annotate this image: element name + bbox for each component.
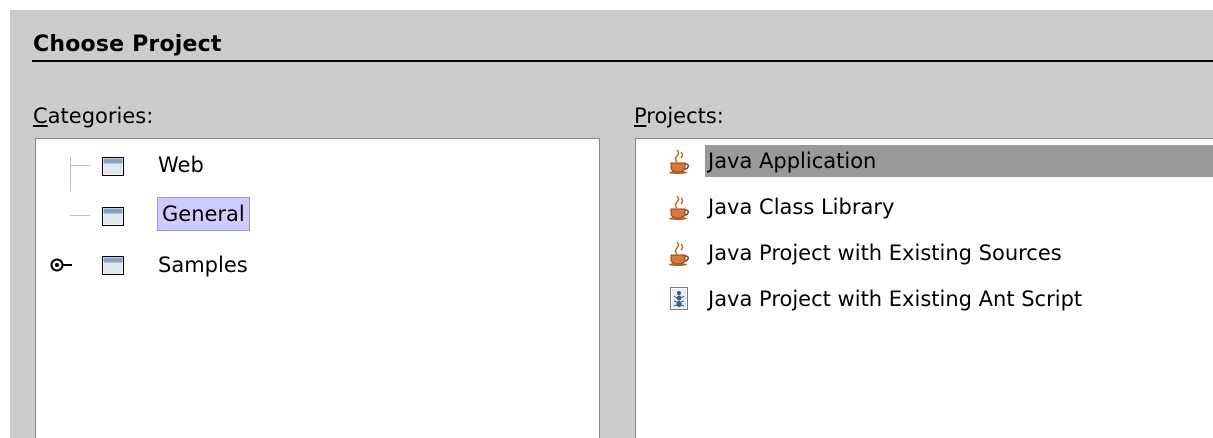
folder-icon xyxy=(102,207,124,226)
categories-label: Categories: xyxy=(33,104,154,128)
step-title: Choose Project xyxy=(33,32,222,57)
tree-item-web[interactable]: Web xyxy=(36,149,596,183)
list-item-label: Java Project with Existing Sources xyxy=(708,241,1062,265)
tree-item-label: Web xyxy=(158,153,204,177)
tree-item-label: General xyxy=(157,197,250,231)
list-item-java-project-existing-sources[interactable]: Java Project with Existing Sources xyxy=(636,237,1213,269)
categories-tree[interactable]: Web General Samples xyxy=(35,138,600,438)
list-item-java-project-existing-ant-script[interactable]: Java Project with Existing Ant Script xyxy=(636,283,1213,315)
tree-item-samples[interactable]: Samples xyxy=(36,249,596,283)
ant-script-icon xyxy=(670,287,688,310)
list-item-java-application[interactable]: Java Application xyxy=(636,145,1213,177)
java-cup-icon xyxy=(669,149,689,174)
java-cup-icon xyxy=(669,241,689,266)
tree-item-label: Samples xyxy=(158,253,248,277)
new-project-wizard: Choose Project Categories: Projects: Web… xyxy=(10,10,1213,438)
list-item-label: Java Project with Existing Ant Script xyxy=(708,287,1083,311)
list-item-java-class-library[interactable]: Java Class Library xyxy=(636,191,1213,223)
list-item-label: Java Class Library xyxy=(708,195,895,219)
projects-label: Projects: xyxy=(634,104,724,128)
projects-list[interactable]: Java Application Java Class Library Java… xyxy=(635,138,1213,438)
expand-handle-icon[interactable] xyxy=(50,258,74,272)
tree-item-general[interactable]: General xyxy=(36,197,596,237)
title-divider xyxy=(32,60,1213,62)
folder-icon xyxy=(102,256,124,275)
java-cup-icon xyxy=(669,195,689,220)
list-item-label: Java Application xyxy=(708,149,877,173)
folder-icon xyxy=(102,157,124,176)
